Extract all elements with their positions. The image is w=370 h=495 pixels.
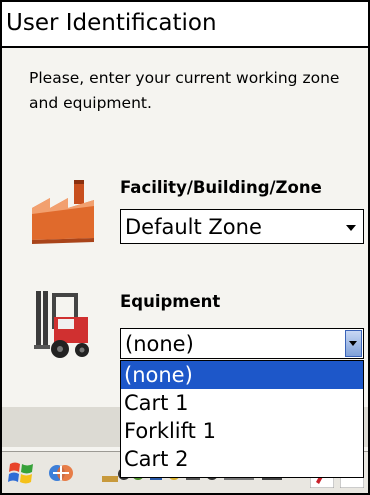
windows-start-icon[interactable] — [8, 460, 36, 486]
instructions-text: Please, enter your current working zone … — [29, 69, 340, 112]
dialog-window: User Identification Please, enter your c… — [0, 0, 370, 495]
equipment-select-value: (none) — [125, 332, 194, 356]
forklift-icon — [34, 291, 89, 358]
chevron-down-icon[interactable] — [346, 225, 356, 231]
dropdown-arrow-icon[interactable] — [345, 330, 362, 357]
window-title: User Identification — [6, 10, 217, 36]
dropdown-option[interactable]: Forklift 1 — [121, 417, 363, 445]
facility-select-value: Default Zone — [125, 215, 262, 239]
facility-label: Facility/Building/Zone — [120, 178, 322, 197]
dropdown-option[interactable]: (none) — [121, 361, 363, 389]
equipment-dropdown-list[interactable]: (none) Cart 1 Forklift 1 Cart 2 — [120, 360, 364, 478]
factory-icon — [32, 180, 94, 244]
network-icon[interactable] — [48, 460, 74, 486]
dropdown-option[interactable]: Cart 2 — [121, 445, 363, 473]
title-bar: User Identification — [2, 2, 368, 48]
equipment-select[interactable]: (none) — [120, 328, 364, 359]
facility-select[interactable]: Default Zone — [120, 209, 364, 244]
dropdown-option[interactable]: Cart 1 — [121, 389, 363, 417]
equipment-label: Equipment — [120, 292, 221, 311]
